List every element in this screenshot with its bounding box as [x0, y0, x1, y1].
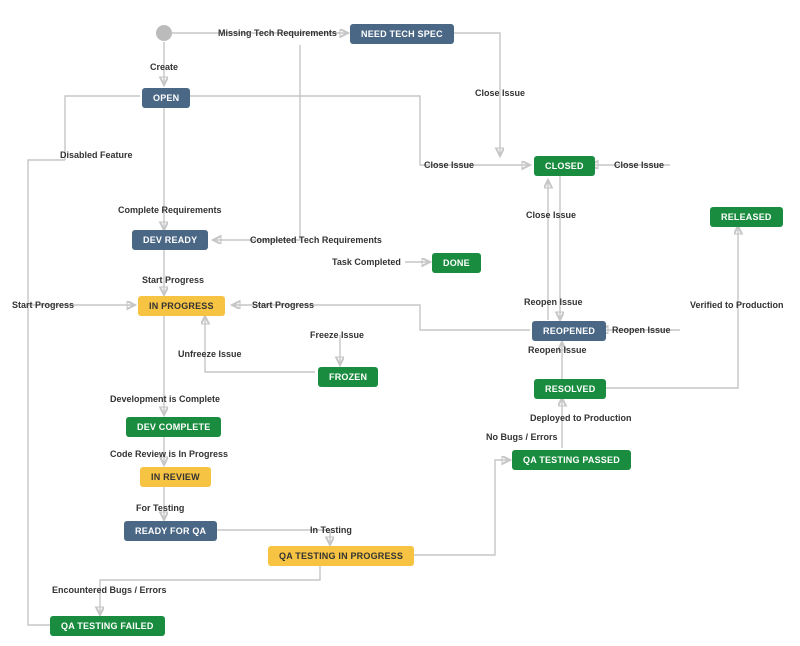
node-qa-testing-failed: QA TESTING FAILED — [50, 616, 165, 636]
edge-freeze-issue: Freeze Issue — [310, 330, 364, 340]
node-frozen: FROZEN — [318, 367, 378, 387]
edge-dev-is-complete: Development is Complete — [110, 394, 220, 404]
edge-missing-tech-req: Missing Tech Requirements — [218, 28, 337, 38]
edge-code-review: Code Review is In Progress — [110, 449, 228, 459]
start-node — [156, 25, 172, 41]
node-qa-testing-passed: QA TESTING PASSED — [512, 450, 631, 470]
edge-start-progress-3: Start Progress — [12, 300, 74, 310]
edge-no-bugs: No Bugs / Errors — [486, 432, 558, 442]
node-in-review: IN REVIEW — [140, 467, 211, 487]
node-qa-in-progress: QA TESTING IN PROGRESS — [268, 546, 414, 566]
edge-close-issue-2: Close Issue — [424, 160, 474, 170]
node-resolved: RESOLVED — [534, 379, 606, 399]
edge-verified-prod: Verified to Production — [690, 300, 784, 310]
node-in-progress: IN PROGRESS — [138, 296, 225, 316]
node-released: RELEASED — [710, 207, 783, 227]
edge-complete-req: Complete Requirements — [118, 205, 222, 215]
node-reopened: REOPENED — [532, 321, 606, 341]
edge-create: Create — [150, 62, 178, 72]
node-ready-for-qa: READY FOR QA — [124, 521, 217, 541]
node-closed: CLOSED — [534, 156, 595, 176]
node-open: OPEN — [142, 88, 190, 108]
edge-encountered-bugs: Encountered Bugs / Errors — [52, 585, 167, 595]
edge-completed-tech: Completed Tech Requirements — [250, 235, 382, 245]
edge-for-testing: For Testing — [136, 503, 184, 513]
node-dev-ready: DEV READY — [132, 230, 208, 250]
node-need-tech-spec: NEED TECH SPEC — [350, 24, 454, 44]
edge-close-issue-1: Close Issue — [475, 88, 525, 98]
edge-disabled-feature: Disabled Feature — [60, 150, 133, 160]
edge-reopen-issue-1: Reopen Issue — [524, 297, 583, 307]
node-dev-complete: DEV COMPLETE — [126, 417, 221, 437]
edge-unfreeze-issue: Unfreeze Issue — [178, 349, 242, 359]
edge-in-testing: In Testing — [310, 525, 352, 535]
node-done: DONE — [432, 253, 481, 273]
edge-start-progress-2: Start Progress — [252, 300, 314, 310]
edge-close-issue-3: Close Issue — [614, 160, 664, 170]
edge-reopen-issue-3: Reopen Issue — [528, 345, 587, 355]
edge-task-completed: Task Completed — [332, 257, 401, 267]
edge-close-issue-4: Close Issue — [526, 210, 576, 220]
workflow-diagram: OPEN NEED TECH SPEC DEV READY CLOSED REL… — [0, 0, 800, 646]
edge-reopen-issue-2: Reopen Issue — [612, 325, 671, 335]
edge-start-progress-1: Start Progress — [142, 275, 204, 285]
edge-deployed-prod: Deployed to Production — [530, 413, 632, 423]
